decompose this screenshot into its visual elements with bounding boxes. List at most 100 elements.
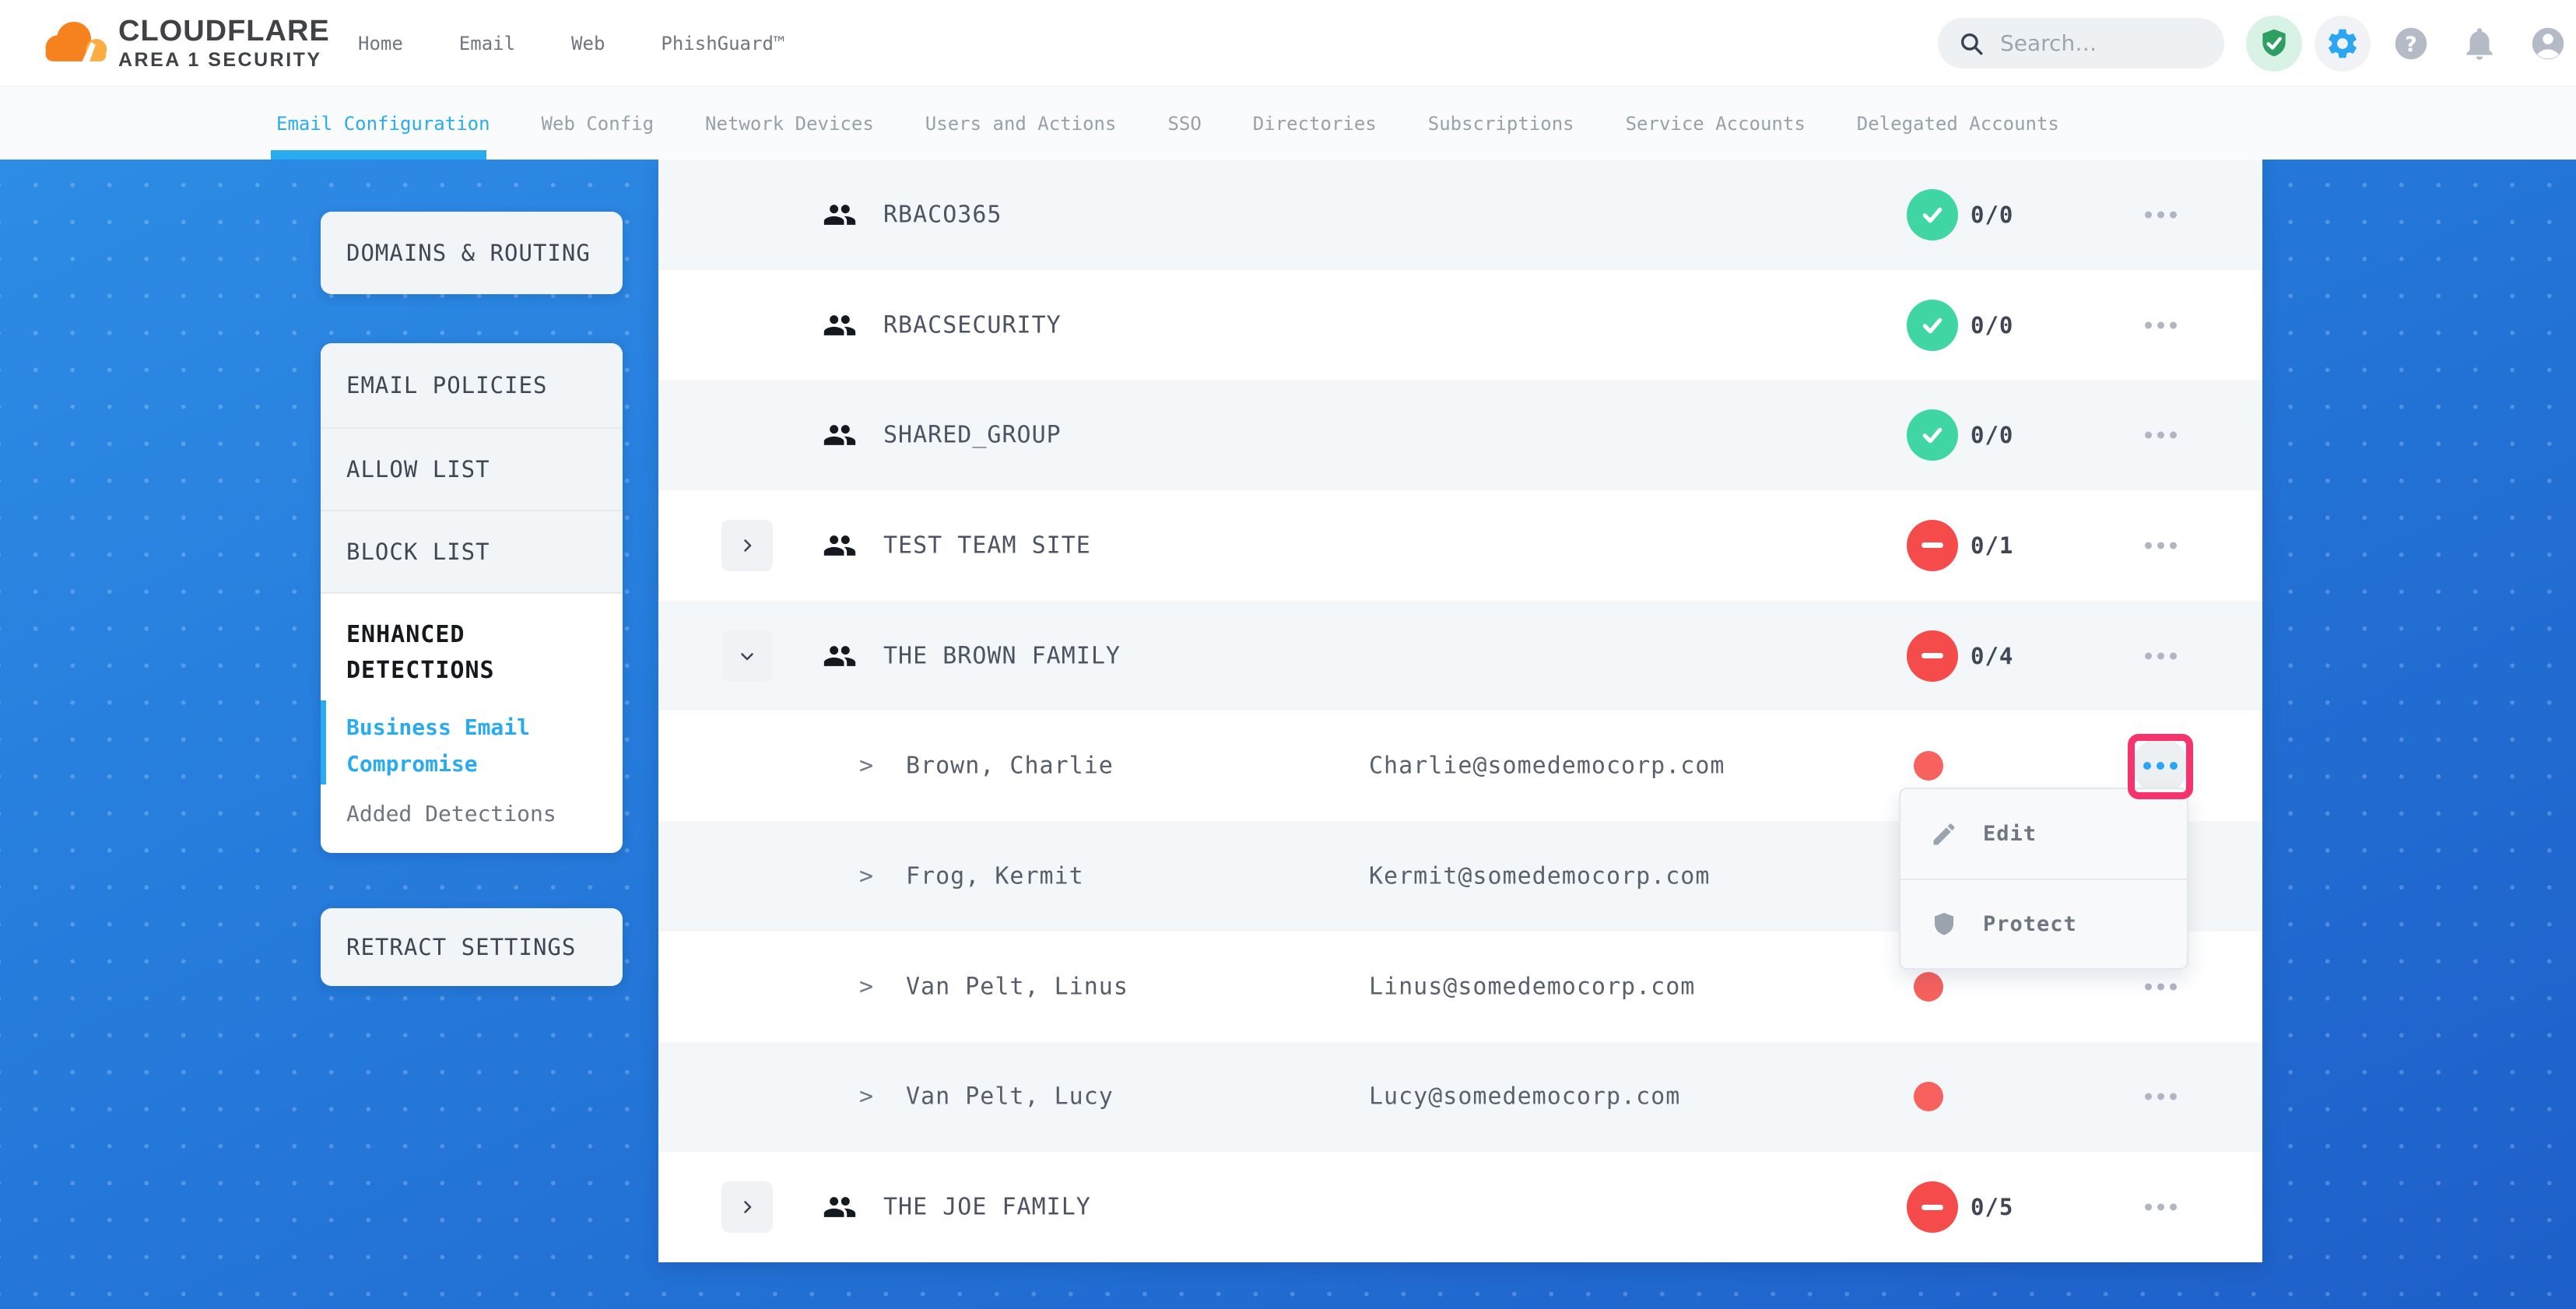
group-icon [823, 308, 857, 342]
member-name: Brown, Charlie [906, 753, 1114, 780]
tab-service-accounts[interactable]: Service Accounts [1626, 113, 1806, 135]
brand-text: CLOUDFLARE AREA 1 SECURITY [118, 14, 330, 72]
row-actions-button[interactable] [2142, 211, 2179, 218]
ellipsis-dot [2145, 432, 2152, 439]
brand-name: CLOUDFLARE [118, 14, 330, 48]
sidebar-item-retract-settings[interactable]: RETRACT SETTINGS [321, 908, 623, 986]
group-icon [823, 639, 857, 673]
cloudflare-cloud-icon [36, 8, 111, 73]
gear-icon[interactable] [2315, 16, 2371, 72]
ellipsis-dot [2170, 652, 2177, 659]
sidebar-label: RETRACT SETTINGS [346, 934, 576, 960]
row-context-menu: Edit Protect [1899, 788, 2188, 970]
active-item-bar [321, 700, 326, 784]
cloudflare-logo[interactable]: CLOUDFLARE AREA 1 SECURITY [36, 8, 330, 73]
group-icon [823, 528, 857, 563]
group-icon [823, 198, 857, 232]
secondary-nav: Email Configuration Web Config Network Dev… [0, 87, 2576, 160]
row-actions-button[interactable] [2142, 983, 2179, 990]
top-nav-item-email[interactable]: Email [459, 33, 515, 54]
search-input[interactable] [2000, 30, 2202, 56]
tab-network-devices[interactable]: Network Devices [705, 113, 874, 135]
protected-count: 0/1 [1971, 532, 2013, 559]
sidebar-item-added-detections[interactable]: Added Detections [346, 801, 623, 826]
minus-icon [1921, 542, 1943, 548]
minus-icon [1921, 653, 1943, 658]
member-email: Lucy@somedemocorp.com [1369, 1083, 1680, 1111]
protected-count: 0/4 [1971, 643, 2013, 669]
chevron-right-icon [738, 536, 756, 555]
shield-check-icon[interactable] [2246, 16, 2302, 72]
row-actions-button[interactable] [2142, 542, 2179, 549]
group-name: THE BROWN FAMILY [883, 642, 1121, 669]
group-name: RBACO365 [883, 201, 1002, 228]
sidebar-item-domains-routing[interactable]: DOMAINS & ROUTING [321, 212, 623, 294]
group-icon [823, 308, 857, 342]
sidebar-item-business-email-compromise[interactable]: Business Email Compromise [346, 709, 580, 782]
tab-email-configuration[interactable]: Email Configuration [276, 113, 490, 135]
tab-sso[interactable]: SSO [1167, 113, 1201, 135]
ellipsis-dot [2157, 1093, 2164, 1100]
row-actions-button[interactable] [2142, 1093, 2179, 1100]
pencil-icon [1930, 820, 1958, 848]
avatar-icon[interactable] [2520, 16, 2576, 72]
member-chevron-icon: > [859, 1083, 873, 1111]
status-blocked-badge [1907, 520, 1958, 571]
tab-web-config[interactable]: Web Config [542, 113, 655, 135]
ellipsis-dot [2145, 983, 2152, 990]
ellipsis-dot [2145, 321, 2152, 328]
chevron-right-icon [738, 1198, 756, 1216]
row-actions-button[interactable] [2142, 432, 2179, 439]
expand-group-button[interactable] [721, 1181, 773, 1233]
row-actions-button[interactable] [2142, 1204, 2179, 1211]
tab-subscriptions[interactable]: Subscriptions [1428, 113, 1574, 135]
table-row: >Van Pelt, LucyLucy@somedemocorp.com [658, 1042, 2262, 1153]
row-actions-button[interactable] [2142, 321, 2179, 328]
sidebar-label: ALLOW LIST [346, 456, 490, 483]
sidebar-policies-card: EMAIL POLICIESALLOW LISTBLOCK LIST ENHAN… [321, 343, 623, 853]
status-unprotected-dot [1914, 751, 1943, 781]
table-row: TEST TEAM SITE0/1 [658, 490, 2262, 601]
search-box[interactable] [1938, 18, 2224, 68]
top-nav-item-phishguard[interactable]: PhishGuard™ [661, 33, 784, 54]
status-blocked-badge [1907, 1181, 1958, 1233]
status-ok-badge [1907, 409, 1958, 461]
help-icon[interactable]: ? [2383, 16, 2439, 72]
table-row: THE BROWN FAMILY 0/4 [658, 601, 2262, 711]
ellipsis-dot [2157, 1204, 2164, 1211]
ellipsis-dot [2145, 211, 2152, 218]
search-icon [1958, 30, 1985, 57]
member-email: Kermit@somedemocorp.com [1369, 862, 1710, 890]
protected-count: 0/0 [1971, 202, 2013, 228]
tab-delegated-accounts[interactable]: Delegated Accounts [1857, 113, 2059, 135]
collapse-group-button[interactable] [721, 630, 773, 682]
context-menu-label: Edit [1983, 822, 2037, 846]
sidebar-item-allow-list[interactable]: ALLOW LIST [321, 429, 623, 511]
group-icon [823, 528, 857, 563]
sidebar-label: BLOCK LIST [346, 539, 490, 565]
ellipsis-dot [2145, 652, 2152, 659]
bell-icon[interactable] [2451, 16, 2508, 72]
tab-directories[interactable]: Directories [1253, 113, 1377, 135]
top-nav-item-web[interactable]: Web [571, 33, 605, 54]
ellipsis-dot [2145, 1204, 2152, 1211]
sidebar-item-block-list[interactable]: BLOCK LIST [321, 511, 623, 594]
group-name: SHARED_GROUP [883, 422, 1062, 449]
status-unprotected-dot [1914, 972, 1943, 1002]
context-menu-item-protect[interactable]: Protect [1900, 879, 2187, 968]
member-email: Charlie@somedemocorp.com [1369, 753, 1725, 780]
group-name: RBACSECURITY [883, 311, 1062, 339]
sidebar-item-email-policies[interactable]: EMAIL POLICIES [321, 343, 623, 429]
row-actions-button[interactable] [2142, 652, 2179, 659]
group-name: THE JOE FAMILY [883, 1194, 1091, 1221]
member-chevron-icon: > [859, 973, 873, 1000]
context-menu-label: Protect [1983, 912, 2077, 936]
context-menu-item-edit[interactable]: Edit [1900, 789, 2187, 879]
top-nav-item-home[interactable]: Home [358, 33, 403, 54]
tab-users-and-actions[interactable]: Users and Actions [925, 113, 1117, 135]
top-header: CLOUDFLARE AREA 1 SECURITY Home Email Web P… [0, 0, 2576, 87]
row-actions-button-active[interactable] [2132, 738, 2188, 794]
chevron-down-icon [738, 647, 756, 665]
expand-group-button[interactable] [721, 520, 773, 571]
status-ok-badge [1907, 300, 1958, 351]
